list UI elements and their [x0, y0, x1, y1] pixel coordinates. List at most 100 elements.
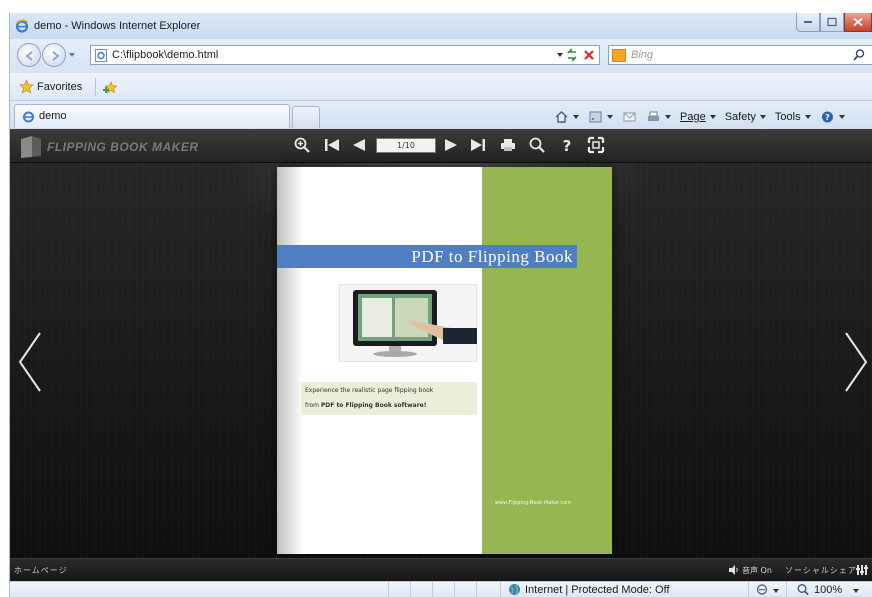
flipbook-logo-icon — [18, 135, 44, 159]
last-page-icon[interactable] — [469, 136, 487, 154]
safety-menu-label: Safety — [724, 111, 756, 123]
status-divider — [454, 582, 455, 597]
forward-icon — [52, 51, 60, 61]
caption-bold: PDF to Flipping Book software! — [320, 402, 427, 409]
print-icon — [648, 111, 659, 121]
svg-text:?: ? — [563, 137, 572, 154]
page-icon — [95, 49, 107, 62]
zoom-in-icon[interactable] — [293, 136, 311, 154]
flipbook-brand: FLIPPING BOOK MAKER — [47, 140, 199, 154]
status-divider — [748, 582, 749, 597]
address-row: C:\flipbook\demo.html Bing — [10, 39, 872, 73]
add-favorite-icon[interactable] — [102, 79, 118, 95]
back-icon — [25, 51, 33, 61]
status-divider — [786, 582, 787, 597]
page-menu-label: Page — [680, 111, 706, 123]
sound-icon[interactable] — [729, 565, 739, 575]
security-zone[interactable]: Internet | Protected Mode: Off — [525, 584, 670, 596]
print-book-icon[interactable] — [499, 136, 517, 154]
browser-window: demo - Windows Internet Explorer C:\flip… — [9, 13, 872, 597]
page-number-input[interactable]: 1/10 — [376, 138, 436, 153]
page-shadow — [277, 167, 303, 554]
tab-label: demo — [39, 110, 67, 122]
compatibility-icon[interactable] — [755, 583, 769, 596]
home-icon — [555, 111, 568, 123]
sound-toggle[interactable]: 音声 On — [742, 565, 772, 576]
book-page[interactable]: PDF to Flipping Book Experience the real… — [277, 167, 612, 554]
favorites-star-icon[interactable] — [19, 79, 34, 94]
zoom-level[interactable]: 100% — [814, 584, 842, 596]
zoom-icon[interactable] — [796, 583, 810, 596]
safety-menu[interactable]: Safety — [722, 109, 769, 125]
site-url: www.Flipping-Book-Maker.com — [495, 500, 572, 506]
flipbook-toolbar: FLIPPING BOOK MAKER 1/10 ? — [10, 129, 872, 163]
mail-button[interactable] — [619, 109, 640, 125]
status-divider — [432, 582, 433, 597]
zoom-dropdown[interactable] — [853, 589, 859, 593]
search-book-icon[interactable] — [528, 136, 546, 154]
search-placeholder: Bing — [631, 49, 654, 61]
feeds-icon — [589, 111, 602, 123]
url-text: C:\flipbook\demo.html — [112, 49, 219, 61]
next-page-arrow-icon[interactable] — [842, 331, 870, 393]
ie-icon — [15, 19, 29, 33]
close-button[interactable] — [844, 13, 872, 32]
monitor-image — [339, 284, 477, 362]
bing-icon — [612, 49, 626, 62]
address-dropdown[interactable] — [557, 53, 563, 57]
caption-line-2: from PDF to Flipping Book software! — [305, 402, 426, 409]
maximize-button[interactable] — [820, 13, 844, 32]
globe-icon — [509, 584, 520, 595]
stop-icon[interactable] — [582, 48, 596, 62]
mail-icon — [623, 112, 636, 122]
homepage-link[interactable]: ホームページ — [14, 565, 68, 576]
book-title: PDF to Flipping Book — [411, 247, 573, 266]
share-icon[interactable] — [856, 563, 870, 577]
green-band — [482, 167, 612, 554]
ie-tab-icon — [22, 110, 35, 123]
svg-text:?: ? — [825, 113, 830, 122]
caption-prefix: from — [305, 402, 321, 409]
compatibility-dropdown[interactable] — [773, 589, 779, 593]
window-title: demo - Windows Internet Explorer — [34, 20, 201, 32]
feeds-button[interactable] — [585, 109, 616, 125]
fullscreen-icon[interactable] — [587, 136, 605, 154]
caption-line-1: Experience the realistic page flipping b… — [305, 387, 434, 394]
status-divider — [388, 582, 389, 597]
first-page-icon[interactable] — [323, 136, 341, 154]
page-content: FLIPPING BOOK MAKER 1/10 ? PDF to Flippi… — [10, 129, 872, 581]
help-button[interactable]: ? — [817, 109, 848, 125]
command-bar: Page Safety Tools ? — [551, 109, 848, 125]
book-stage: PDF to Flipping Book Experience the real… — [10, 163, 872, 558]
help-book-icon[interactable]: ? — [558, 136, 576, 154]
status-bar: Internet | Protected Mode: Off 100% — [10, 581, 872, 597]
search-bar[interactable]: Bing — [608, 45, 872, 65]
title-bar: demo - Windows Internet Explorer — [10, 13, 872, 39]
tools-menu-label: Tools — [774, 111, 801, 123]
prev-page-icon[interactable] — [350, 136, 368, 154]
forward-button[interactable] — [42, 43, 66, 67]
help-icon: ? — [821, 111, 833, 123]
social-share-label[interactable]: ソーシャルシェア — [785, 565, 857, 576]
next-page-icon[interactable] — [442, 136, 460, 154]
status-divider — [500, 582, 501, 597]
favorites-label[interactable]: Favorites — [37, 81, 82, 93]
favorites-bar: Favorites — [10, 73, 872, 101]
search-icon[interactable] — [852, 48, 866, 62]
minimize-button[interactable] — [796, 13, 820, 32]
tab-demo[interactable]: demo — [14, 104, 290, 128]
new-tab-button[interactable] — [292, 106, 320, 128]
tools-menu[interactable]: Tools — [772, 109, 814, 125]
refresh-icon[interactable] — [565, 48, 579, 62]
tab-row: demo Page Safety Tools ? — [10, 101, 872, 129]
previous-page-arrow-icon[interactable] — [16, 331, 44, 393]
home-button[interactable] — [551, 109, 582, 125]
flipbook-bottom-bar: ホームページ 音声 On ソーシャルシェア — [10, 558, 872, 581]
address-bar[interactable]: C:\flipbook\demo.html — [90, 45, 600, 65]
divider — [95, 78, 96, 96]
page-menu[interactable]: Page — [677, 109, 719, 125]
print-button[interactable] — [643, 109, 674, 125]
recent-pages-dropdown[interactable] — [69, 53, 75, 57]
status-divider — [476, 582, 477, 597]
back-button[interactable] — [17, 43, 41, 67]
